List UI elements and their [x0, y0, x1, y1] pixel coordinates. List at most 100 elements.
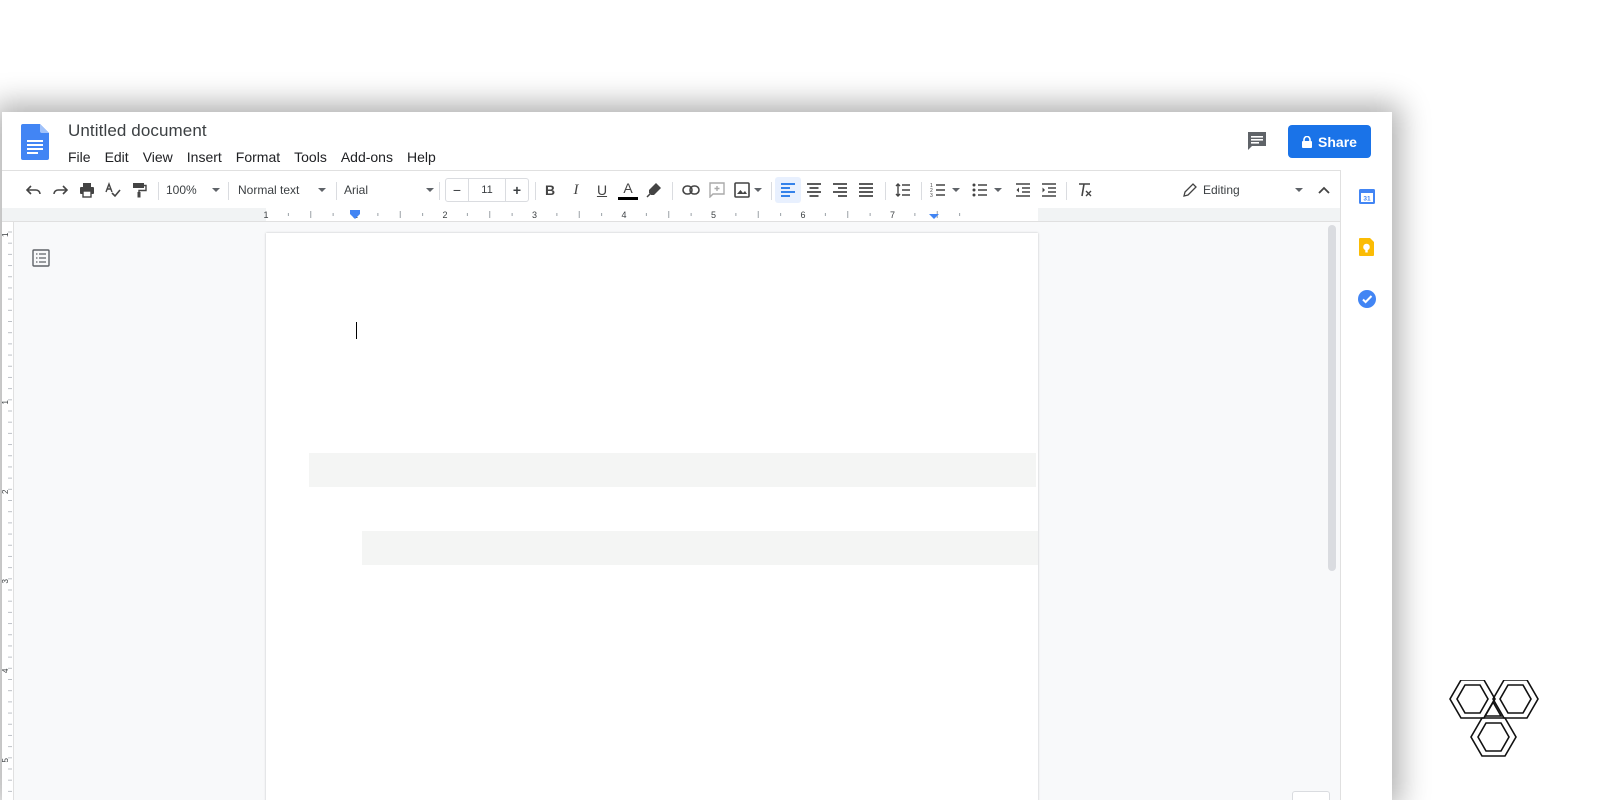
left-indent-marker[interactable] — [350, 210, 360, 219]
document-outline-icon[interactable] — [32, 249, 50, 267]
highlight-color-button[interactable] — [642, 171, 666, 209]
toolbar-divider — [439, 182, 440, 200]
clear-formatting-button[interactable] — [1073, 171, 1097, 209]
menu-help[interactable]: Help — [400, 148, 443, 166]
add-comment-button[interactable] — [705, 171, 729, 209]
align-center-button[interactable] — [802, 171, 826, 209]
title-bar: Untitled document File Edit View Insert … — [2, 112, 1392, 170]
docs-logo-icon[interactable] — [21, 124, 49, 160]
bulleted-list-button[interactable] — [968, 171, 1006, 209]
decrease-indent-button[interactable] — [1011, 171, 1035, 209]
font-size-value: 11 — [481, 184, 493, 196]
menu-format[interactable]: Format — [229, 148, 287, 166]
spellcheck-icon — [105, 182, 121, 198]
hide-menus-button[interactable] — [1312, 171, 1336, 209]
align-right-icon — [833, 183, 847, 197]
share-button[interactable]: Share — [1288, 125, 1371, 158]
ruler-label: 2 — [442, 210, 447, 220]
undo-icon — [26, 185, 41, 195]
chevron-down-icon — [754, 188, 762, 192]
comment-history-icon[interactable] — [1245, 129, 1269, 153]
editing-mode-value: Editing — [1203, 183, 1240, 197]
toolbar-divider — [672, 182, 673, 200]
document-title[interactable]: Untitled document — [68, 121, 207, 141]
redo-button[interactable] — [48, 171, 72, 209]
editing-mode-select[interactable]: Editing — [1183, 171, 1303, 209]
horizontal-ruler[interactable]: 11234567 — [2, 208, 1340, 222]
toolbar-divider — [921, 182, 922, 200]
menu-bar: File Edit View Insert Format Tools Add-o… — [61, 148, 443, 166]
font-select[interactable]: Arial — [344, 171, 434, 209]
calendar-icon[interactable]: 31 — [1357, 186, 1377, 206]
keep-icon[interactable] — [1357, 237, 1377, 257]
align-left-button[interactable] — [775, 177, 801, 203]
clear-formatting-icon — [1079, 183, 1092, 197]
chevron-down-icon — [994, 188, 1002, 192]
paragraph-style-select[interactable]: Normal text — [238, 171, 326, 209]
text-color-letter: A — [623, 179, 633, 196]
ruler-ticks: 11234567 — [263, 210, 961, 220]
increase-indent-button[interactable] — [1037, 171, 1061, 209]
toolbar-divider — [158, 182, 159, 200]
insert-link-button[interactable] — [679, 171, 703, 209]
underline-button[interactable]: U — [590, 171, 614, 209]
vertical-ruler[interactable]: 1 1 2 3 4 5 — [2, 222, 14, 800]
zoom-select[interactable]: 100% — [166, 171, 220, 209]
chevron-down-icon — [1295, 188, 1303, 192]
menu-edit[interactable]: Edit — [98, 148, 136, 166]
font-size-input[interactable]: 11 — [468, 178, 506, 202]
toolbar-divider — [771, 182, 772, 200]
line-spacing-icon — [895, 183, 910, 197]
insert-image-button[interactable] — [731, 171, 765, 209]
toolbar: 100% Normal text Arial − 11 + B I U A 1 … — [2, 170, 1340, 209]
chevron-up-icon — [1318, 186, 1330, 194]
print-button[interactable] — [75, 171, 99, 209]
document-page[interactable] — [266, 233, 1038, 800]
toolbar-divider — [336, 182, 337, 200]
italic-button[interactable]: I — [564, 171, 588, 209]
numbered-list-button[interactable]: 123 — [926, 171, 964, 209]
pencil-icon — [1183, 183, 1197, 197]
vertical-ruler-ticks: 1 1 2 3 4 5 — [2, 231, 12, 792]
content-block — [362, 531, 1038, 565]
text-color-button[interactable]: A — [616, 171, 640, 209]
document-canvas[interactable]: 1 1 2 3 4 5 — [2, 222, 1340, 800]
align-center-icon — [807, 183, 821, 197]
ruler-label: 1 — [263, 210, 268, 220]
chevron-down-icon — [318, 188, 326, 192]
lock-icon — [1302, 135, 1313, 148]
redo-icon — [53, 185, 68, 195]
align-right-button[interactable] — [828, 171, 852, 209]
ruler-label: 5 — [711, 210, 716, 220]
justify-button[interactable] — [854, 171, 878, 209]
vertical-ruler-label: 1 — [2, 400, 10, 405]
vertical-scrollbar[interactable] — [1328, 225, 1336, 571]
toolbar-divider — [1066, 182, 1067, 200]
explore-button[interactable] — [1292, 791, 1330, 800]
vertical-ruler-label: 3 — [2, 579, 10, 584]
bold-button[interactable]: B — [538, 171, 562, 209]
highlighter-icon — [646, 183, 661, 198]
decrease-font-size-button[interactable]: − — [445, 178, 469, 202]
line-spacing-button[interactable] — [891, 171, 915, 209]
menu-addons[interactable]: Add-ons — [334, 148, 400, 166]
toolbar-divider — [885, 182, 886, 200]
svg-text:3: 3 — [930, 193, 933, 198]
ruler-label: 6 — [800, 210, 805, 220]
toolbar-divider — [228, 182, 229, 200]
justify-icon — [859, 183, 873, 197]
undo-button[interactable] — [22, 171, 46, 209]
ruler-label: 3 — [532, 210, 537, 220]
tasks-icon[interactable] — [1357, 289, 1377, 309]
image-icon — [734, 182, 750, 198]
vertical-ruler-label: 2 — [2, 489, 10, 494]
vertical-ruler-label: 5 — [2, 758, 10, 763]
paint-format-button[interactable] — [127, 171, 151, 209]
increase-font-size-button[interactable]: + — [505, 178, 529, 202]
spelling-button[interactable] — [101, 171, 125, 209]
menu-tools[interactable]: Tools — [287, 148, 334, 166]
menu-view[interactable]: View — [136, 148, 180, 166]
menu-file[interactable]: File — [61, 148, 98, 166]
menu-insert[interactable]: Insert — [180, 148, 229, 166]
watermark-logo — [1449, 680, 1539, 757]
